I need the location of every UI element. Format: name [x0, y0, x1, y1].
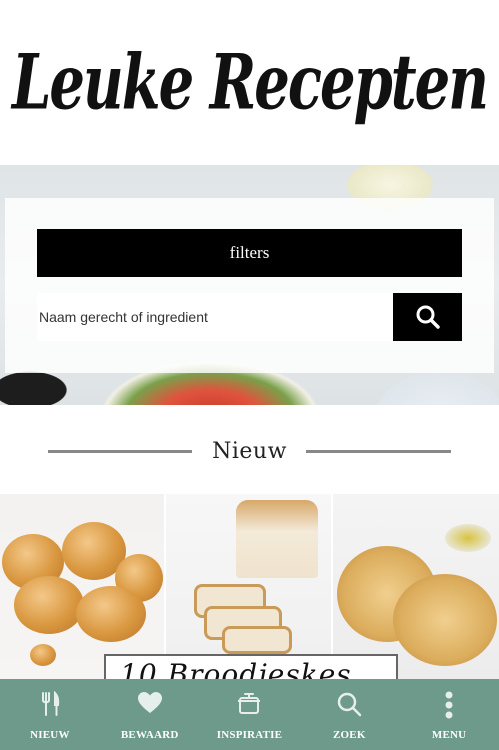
search-icon [416, 305, 440, 329]
tab-inspiratie[interactable]: INSPIRATIE [200, 679, 300, 750]
search-button[interactable] [393, 293, 462, 341]
divider-right [306, 450, 451, 453]
pot-icon [238, 693, 261, 714]
site-logo[interactable]: Leuke Recepten [12, 38, 489, 127]
tab-label: MENU [431, 729, 467, 741]
section-heading: Nieuw [0, 430, 499, 472]
section-title: Nieuw [212, 438, 287, 464]
tab-label: BEWAARD [120, 729, 179, 741]
tab-label: ZOEK [332, 729, 366, 741]
featured-recipe-card[interactable]: 10 Broodjeskes [0, 494, 499, 684]
tab-bewaard[interactable]: BEWAARD [100, 679, 200, 750]
hero-banner: filters [0, 165, 499, 405]
cutlery-icon [41, 691, 60, 716]
divider-left [48, 450, 192, 453]
bottom-tab-bar: NIEUW BEWAARD INSPIRATIE ZOEK MENU [0, 679, 499, 750]
tab-nieuw[interactable]: NIEUW [0, 679, 100, 750]
search-input[interactable] [37, 293, 394, 341]
tab-label: NIEUW [30, 729, 70, 741]
search-panel: filters [5, 198, 494, 373]
tab-menu[interactable]: MENU [399, 679, 499, 750]
site-header: Leuke Recepten [0, 0, 499, 165]
search-row [37, 293, 462, 341]
tab-label: INSPIRATIE [216, 729, 283, 741]
search-icon [338, 692, 362, 717]
tab-zoek[interactable]: ZOEK [299, 679, 399, 750]
more-vertical-icon [445, 691, 453, 719]
heart-icon [137, 692, 162, 713]
filters-button[interactable]: filters [37, 229, 462, 277]
